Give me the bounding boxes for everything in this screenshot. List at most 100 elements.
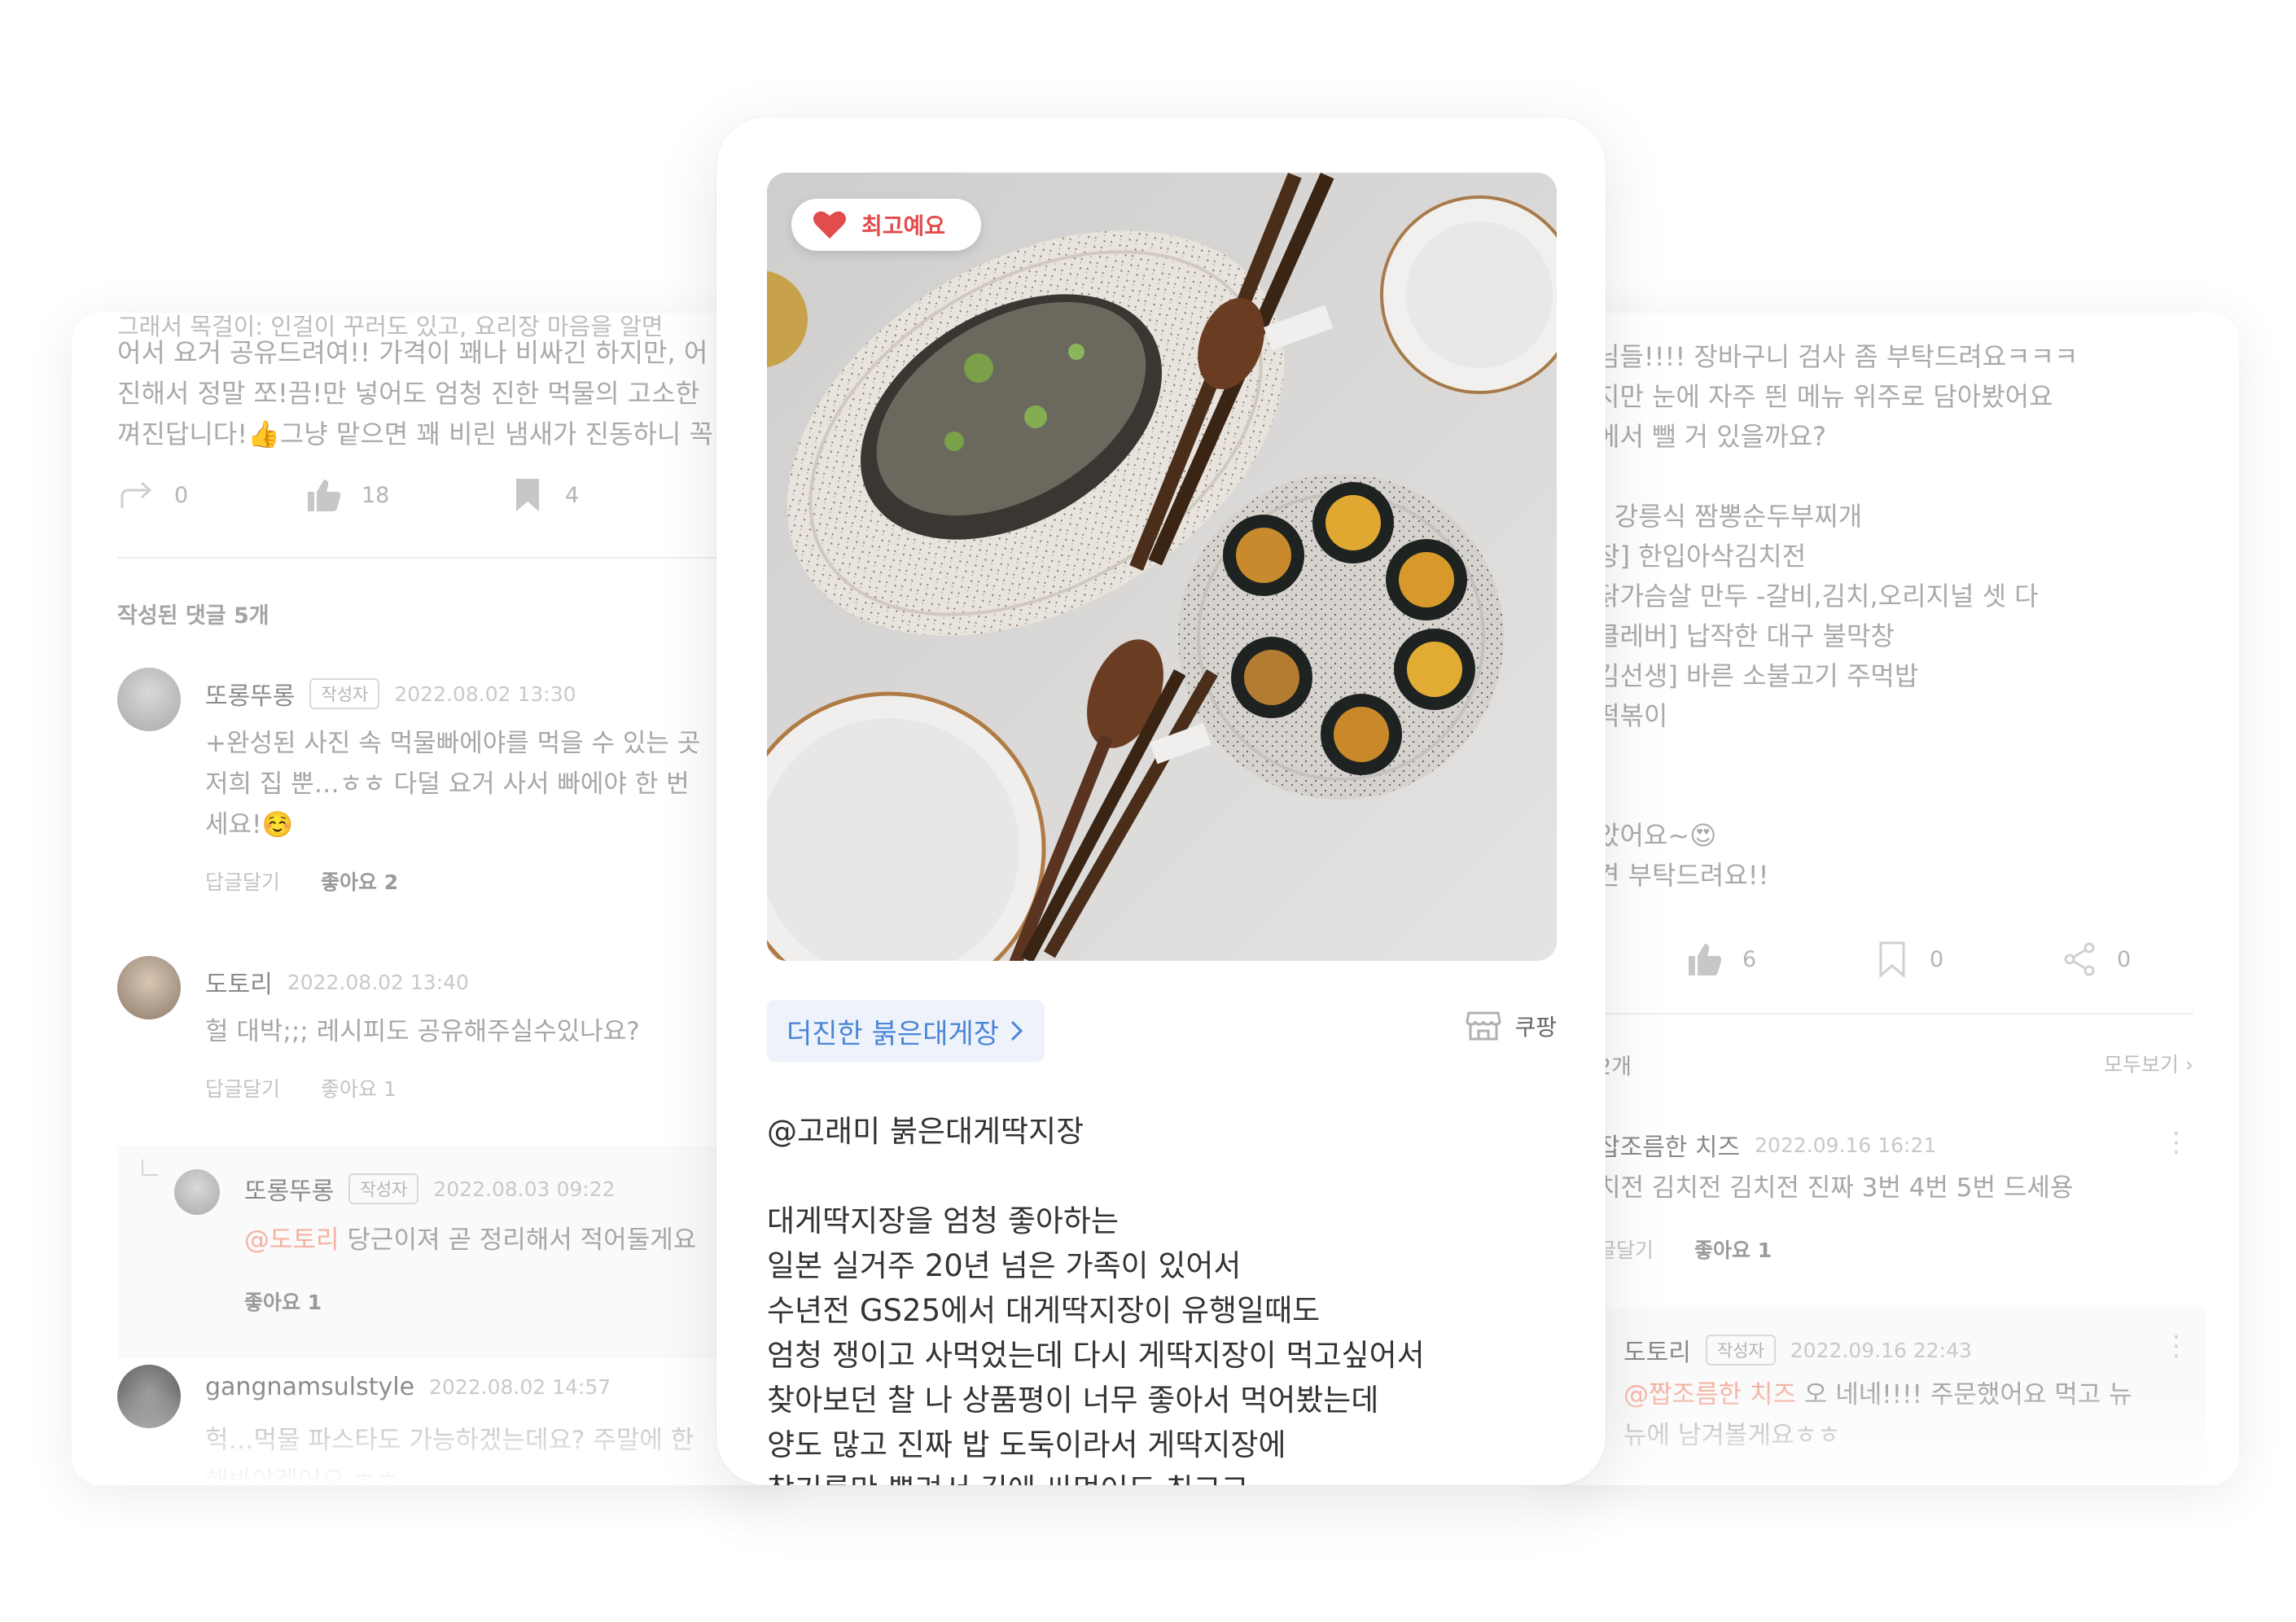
chevron-right-icon: ›: [2185, 1053, 2193, 1076]
bookmark-count: 0: [1930, 946, 1944, 972]
comment-like-button[interactable]: 좋아요 1: [1694, 1234, 1772, 1264]
best-badge: 최고예요: [791, 199, 982, 251]
comment-line: 저희 집 뿐…ㅎㅎ 다덜 요거 사서 빠에야 한 번: [205, 769, 690, 799]
post-body-line: 참기름만 뿌려서 김에 싸먹어도 최고고: [767, 1467, 1425, 1485]
comment-text: @짭조름한 치즈 오 네네!!!! 주문했어요 먹고 뉴 뉴에 남겨볼게요ㅎㅎ: [1623, 1374, 2132, 1456]
comment-text: 헐 대박;;; 레시피도 공유해주실수있나요?: [205, 1011, 640, 1052]
comment-line: 당근이져 곧 정리해서 적어둘게요: [339, 1225, 697, 1255]
post-text-line: 지만 눈에 자주 띈 메뉴 위주로 담아봤어요: [1596, 381, 2053, 412]
comment-author[interactable]: 잡조름한 치즈: [1597, 1127, 1740, 1163]
comment-author[interactable]: 또롱뚜롱: [205, 676, 295, 712]
post-body: @고래미 붉은대게딱지장 대게딱지장을 엄청 좋아하는 일본 실거주 20년 넘…: [767, 1109, 1425, 1485]
food-photo[interactable]: 최고예요: [767, 173, 1557, 961]
divider: [117, 557, 788, 559]
post-text-line: 장] 한입아삭김치전: [1596, 541, 1807, 572]
comment-like-button[interactable]: 좋아요 2: [321, 866, 398, 896]
comment-date: 2022.08.02 13:40: [287, 970, 469, 994]
post-text-line: 진해서 정말 쪼!끔!만 넣어도 엄청 진한 먹물의 고소한: [117, 378, 700, 409]
best-badge-label: 최고예요: [861, 213, 946, 239]
comment-line: 세요!☺️: [205, 810, 294, 839]
mention-link[interactable]: @도토리: [244, 1225, 340, 1255]
post-text-line: [1596, 457, 2239, 497]
author-badge: 작성자: [1705, 1335, 1776, 1366]
bookmark-icon: [516, 479, 539, 511]
comment-date: 2022.08.02 13:30: [394, 682, 576, 706]
comment-header: 또롱뚜롱 작성자 2022.08.02 13:30: [205, 676, 576, 712]
reply-indicator-icon: [142, 1160, 158, 1176]
comment-actions: 글달기 좋아요 1: [1597, 1234, 1772, 1264]
post-text-line: 떡볶이: [1596, 700, 1668, 731]
comment-date: 2022.08.02 14:57: [429, 1375, 611, 1399]
thumbs-up-icon: [308, 480, 341, 511]
comment-actions: 답글달기 좋아요 2: [205, 866, 398, 896]
bookmark-count: 4: [565, 482, 580, 508]
like-action[interactable]: 18: [305, 476, 389, 515]
post-body-line: 대게딱지장을 엄청 좋아하는: [767, 1203, 1120, 1238]
comment-text: 헉…먹물 파스타도 가능하겠는데요? 주말에 한 해봐야겠어요 ㅎㅎ: [205, 1420, 694, 1485]
comment-author[interactable]: 또롱뚜롱: [244, 1171, 334, 1207]
forward-arrow-icon: [120, 481, 152, 508]
avatar[interactable]: [117, 956, 181, 1019]
comment-like-button[interactable]: 좋아요 1: [321, 1073, 397, 1103]
comment-text: +완성된 사진 속 먹물빠에야를 먹을 수 있는 곳 저희 집 뿐…ㅎㅎ 다덜 …: [205, 723, 700, 845]
left-post-card: 그래서 목걸이: 인걸이 꾸러도 있고, 요리장 마음을 알면 어서 요거 공유…: [72, 313, 788, 1485]
more-options-icon[interactable]: ⋮: [2162, 1129, 2190, 1156]
post-text-line: 클레버] 납작한 대구 불막창: [1596, 620, 1895, 651]
like-action[interactable]: 6: [1685, 940, 1756, 979]
share-icon: [2064, 942, 2095, 976]
reply-button[interactable]: 답글달기: [205, 1073, 280, 1103]
comment-line: 뉴에 남겨볼게요ㅎㅎ: [1623, 1421, 1841, 1450]
post-text-line: [1596, 776, 2239, 816]
comment-author[interactable]: 도토리: [205, 964, 273, 1000]
bookmark-action[interactable]: 4: [508, 476, 579, 515]
see-all-link[interactable]: 모두보기 ›: [2104, 1049, 2193, 1078]
like-count: 6: [1742, 946, 1757, 972]
avatar[interactable]: [117, 1365, 181, 1428]
comment-line: 헐 대박;;; 레시피도 공유해주실수있나요?: [205, 1017, 640, 1046]
comment-header: 또롱뚜롱 작성자 2022.08.03 09:22: [244, 1171, 616, 1207]
comment-date: 2022.09.16 22:43: [1790, 1338, 1972, 1362]
store-link[interactable]: 쿠팡: [1466, 1010, 1557, 1042]
comment-author[interactable]: 도토리: [1623, 1332, 1691, 1368]
avatar[interactable]: [117, 668, 181, 731]
share-action[interactable]: 0: [117, 476, 188, 515]
post-body-line: [767, 1154, 1425, 1199]
comment-text: @도토리 당근이져 곧 정리해서 적어둘게요: [244, 1220, 696, 1260]
comment-header: 도토리 2022.08.02 13:40: [205, 964, 469, 1000]
share-count: 0: [2117, 946, 2132, 972]
post-action-bar: 0 18 4: [117, 476, 785, 524]
post-body-line: 엄청 쟁이고 사먹었는데 다시 게딱지장이 먹고싶어서: [767, 1338, 1425, 1373]
bookmark-action[interactable]: 0: [1873, 940, 1943, 979]
comment-text: 치전 김치전 김치전 진짜 3번 4번 5번 드세용: [1597, 1173, 2074, 1203]
comments-count: 작성된 댓글 5개: [117, 603, 269, 629]
comment-like-button[interactable]: 좋아요 1: [244, 1287, 322, 1316]
post-text-line: 껴진답니다!👍그냥 맡으면 꽤 비린 냄새가 진동하니 꼭: [117, 419, 713, 449]
author-badge: 작성자: [309, 678, 380, 709]
post-text-line: 닭가슴살 만두 -갈비,김치,오리지널 셋 다: [1596, 581, 2039, 612]
thumbs-up-icon: [1689, 944, 1722, 975]
comment-author[interactable]: gangnamsulstyle: [205, 1373, 414, 1401]
reply-button[interactable]: 글달기: [1597, 1234, 1654, 1264]
comment-header: 잡조름한 치즈 2022.09.16 16:21: [1597, 1127, 1936, 1163]
post-body-line: 일본 실거주 20년 넘은 가족이 있어서: [767, 1248, 1242, 1283]
mention-link[interactable]: @짭조름한 치즈: [1623, 1380, 1796, 1409]
reply-button[interactable]: 답글달기: [205, 866, 280, 896]
food-photo-illustration: [767, 173, 1557, 961]
post-text-line: 김선생] 바른 소불고기 주먹밥: [1596, 660, 1919, 691]
post-text-line: 님들!!!! 장바구니 검사 좀 부탁드려요ㅋㅋㅋ: [1596, 341, 2079, 372]
comment-line: 헉…먹물 파스타도 가능하겠는데요? 주말에 한: [205, 1426, 694, 1455]
post-text-line: 어서 요거 공유드려여!! 가격이 꽤나 비싸긴 하지만, 어: [117, 337, 708, 368]
center-post-card: 최고예요 더진한 붉은대게장 쿠팡 @고래미 붉은대게딱지장 대게딱지장을 엄청…: [716, 117, 1606, 1485]
post-text-line: 았어요~😍: [1596, 820, 1717, 851]
chevron-right-icon: [1011, 1020, 1023, 1041]
store-icon: [1466, 1011, 1501, 1041]
comment-date: 2022.08.03 09:22: [433, 1177, 616, 1201]
avatar[interactable]: [174, 1169, 220, 1215]
post-body-line: @고래미 붉은대게딱지장: [767, 1114, 1084, 1149]
share-action[interactable]: 0: [2060, 940, 2131, 979]
share-count: 0: [174, 482, 189, 508]
comment-header: 도토리 작성자 2022.09.16 22:43: [1623, 1332, 1972, 1368]
reply-container: 또롱뚜롱 작성자 2022.08.03 09:22 @도토리 당근이져 곧 정리…: [117, 1146, 788, 1358]
more-options-icon[interactable]: ⋮: [2162, 1332, 2190, 1360]
product-link[interactable]: 더진한 붉은대게장: [767, 1000, 1045, 1062]
